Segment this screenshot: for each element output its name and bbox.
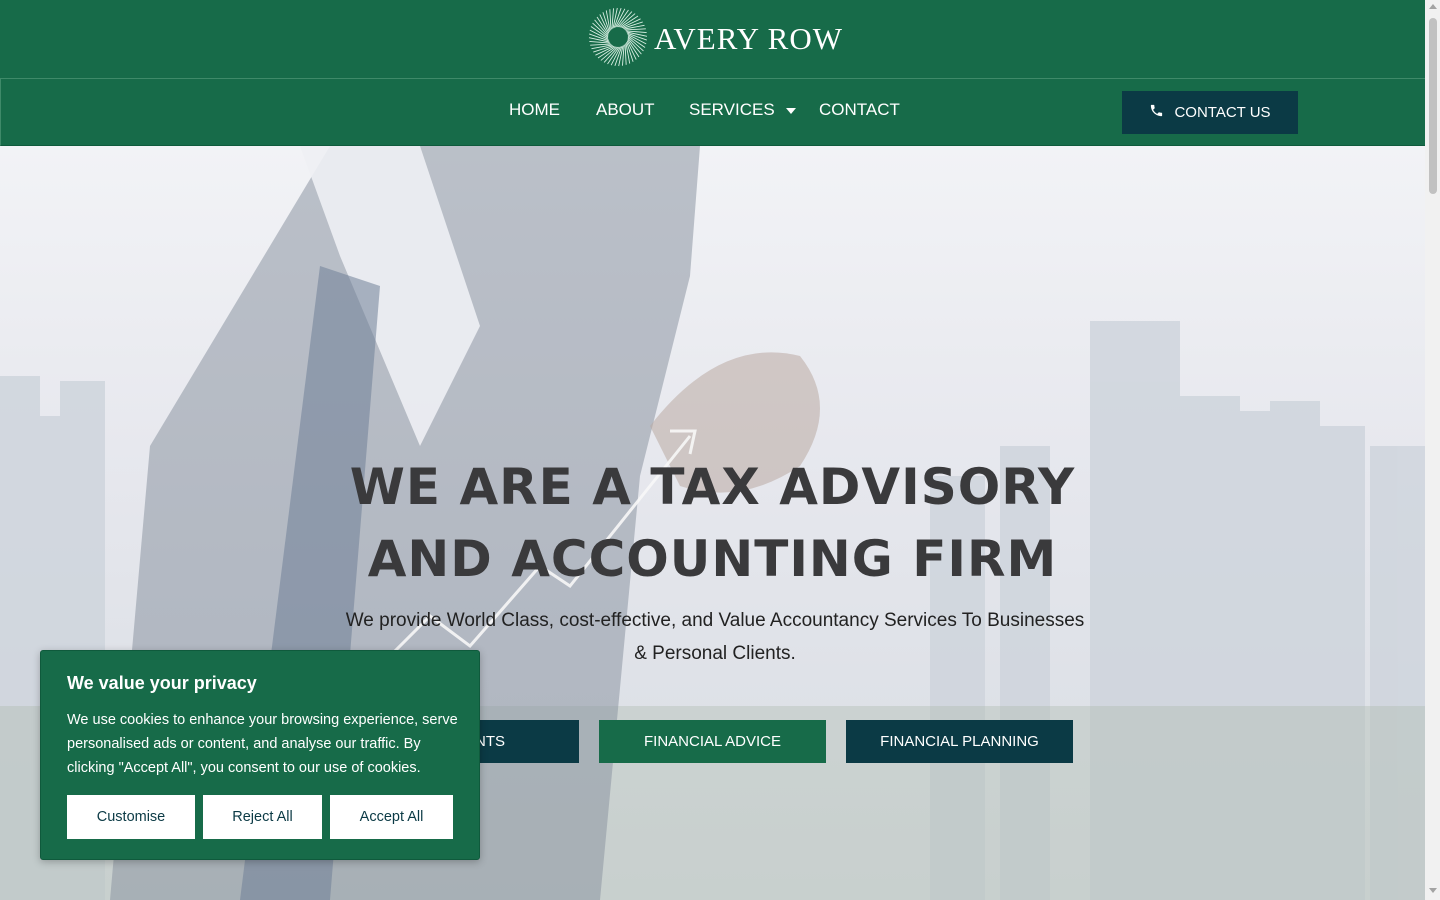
reject-all-button[interactable]: Reject All [203,795,322,839]
financial-planning-button[interactable]: FINANCIAL PLANNING [846,720,1073,763]
caret-down-icon[interactable] [785,108,796,114]
nav-item-about[interactable]: ABOUT [596,100,655,120]
cookie-banner-text: We use cookies to enhance your browsing … [67,712,458,776]
header-logo-band: AVERY ROW [0,0,1425,78]
brand-name: AVERY ROW [654,21,843,56]
hero-title-line1: WE ARE A TAX ADVISORY [349,458,1076,516]
radial-circle-logo-icon [588,7,648,72]
accept-all-button[interactable]: Accept All [330,795,453,839]
contact-us-label: CONTACT US [1174,104,1271,121]
nav-item-services-label: SERVICES [689,100,775,119]
scrollbar-thumb[interactable] [1429,18,1437,194]
contact-us-button[interactable]: CONTACT US [1122,91,1298,134]
scroll-up-arrow-icon[interactable] [1429,4,1437,9]
nav-item-services[interactable]: SERVICES [689,100,796,120]
brand-logo[interactable]: AVERY ROW [588,7,843,72]
page-scrollbar[interactable] [1425,0,1440,900]
financial-advice-button[interactable]: FINANCIAL ADVICE [599,720,826,763]
hero-title-line2: AND ACCOUNTING FIRM [367,530,1058,588]
nav-item-contact[interactable]: CONTACT [819,100,900,120]
main-navigation: HOME ABOUT SERVICES CONTACT CONTACT US [0,78,1425,146]
scroll-down-arrow-icon[interactable] [1429,888,1437,893]
hero-title: WE ARE A TAX ADVISORY AND ACCOUNTING FIR… [0,451,1425,595]
cookie-banner-title: We value your privacy [67,673,257,693]
customise-button[interactable]: Customise [67,795,195,839]
cookie-consent-banner: We value your privacy We use cookies to … [40,650,480,860]
nav-item-home[interactable]: HOME [509,100,560,120]
phone-icon [1149,103,1174,122]
